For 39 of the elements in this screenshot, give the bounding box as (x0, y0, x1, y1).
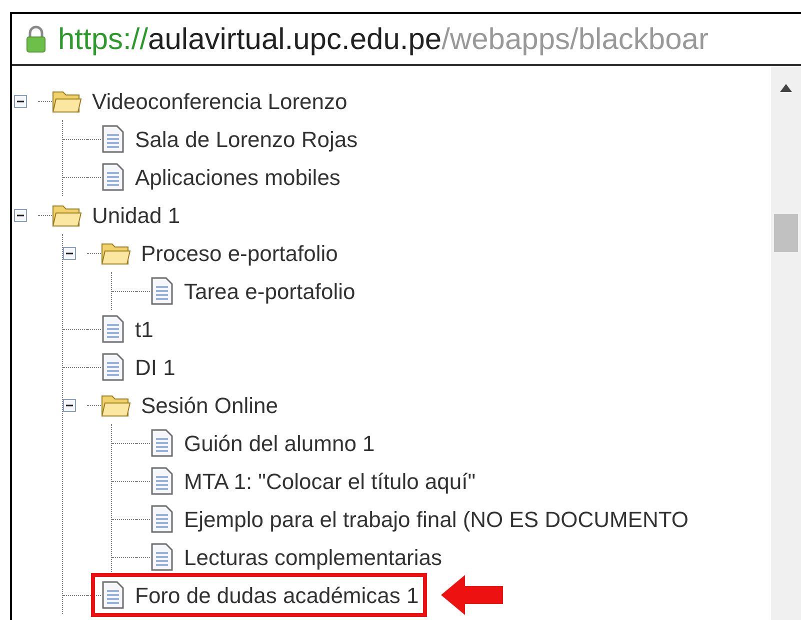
document-icon (150, 429, 174, 457)
folder-icon (52, 203, 82, 227)
tree-item-label[interactable]: Unidad 1 (92, 198, 180, 232)
url-text: https://aulavirtual.upc.edu.pe/webapps/blackboar (58, 22, 708, 58)
arrow-annotation (440, 575, 503, 615)
document-icon (101, 353, 125, 381)
document-icon (101, 125, 125, 153)
scroll-thumb[interactable] (774, 214, 798, 252)
tree-item-label[interactable]: Ejemplo para el trabajo final (NO ES DOCUMENTO (184, 502, 689, 536)
tree-item-label[interactable]: MTA 1: "Colocar el título aquí" (184, 464, 476, 498)
folder-icon (101, 241, 131, 265)
document-icon (101, 315, 125, 343)
document-icon (150, 505, 174, 533)
document-icon (150, 543, 174, 571)
document-icon (101, 581, 125, 609)
scroll-up-icon[interactable] (780, 84, 792, 92)
collapse-toggle[interactable] (14, 208, 27, 222)
address-bar[interactable]: https://aulavirtual.upc.edu.pe/webapps/blackboar (12, 14, 801, 66)
collapse-toggle[interactable] (14, 94, 27, 108)
tree-item-label[interactable]: t1 (135, 312, 154, 346)
tree-item-label[interactable]: Videoconferencia Lorenzo (92, 84, 348, 118)
tree-item-label[interactable]: Aplicaciones mobiles (135, 160, 340, 194)
tree-item-label[interactable]: Sesión Online (141, 388, 278, 422)
tree-item-label[interactable]: Sala de Lorenzo Rojas (135, 122, 358, 156)
collapse-toggle[interactable] (63, 398, 76, 412)
tree-item-label[interactable]: Foro de dudas académicas 1 (135, 578, 419, 612)
folder-icon (52, 89, 82, 113)
tree-item-label[interactable]: Proceso e-portafolio (141, 236, 338, 270)
document-icon (150, 277, 174, 305)
tree-item-label[interactable]: DI 1 (135, 350, 176, 384)
tree-item-label[interactable]: Guión del alumno 1 (184, 426, 375, 460)
document-icon (101, 163, 125, 191)
document-icon (150, 467, 174, 495)
collapse-toggle[interactable] (63, 246, 76, 260)
folder-icon (101, 393, 131, 417)
scrollbar[interactable] (771, 66, 801, 620)
tree-item-label[interactable]: Lecturas complementarias (184, 540, 442, 574)
lock-icon (26, 25, 46, 53)
tree-item-label[interactable]: Tarea e-portafolio (184, 274, 356, 308)
